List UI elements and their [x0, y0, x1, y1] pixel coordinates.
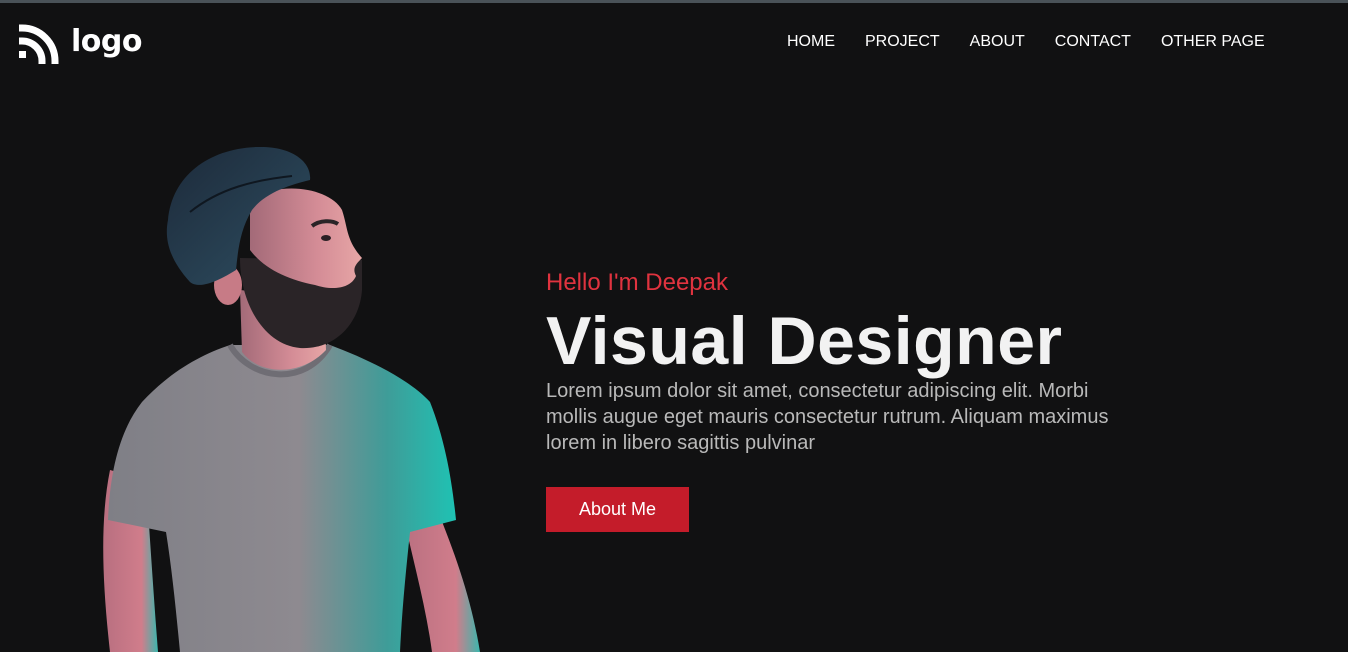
nav-item-other-page[interactable]: OTHER PAGE [1161, 32, 1265, 52]
hero-greeting: Hello I'm Deepak [546, 269, 728, 296]
hero-section: Hello I'm Deepak Visual Designer Lorem i… [546, 268, 1146, 532]
window-top-border [0, 0, 1348, 3]
logo-icon [19, 24, 59, 64]
nav-item-project[interactable]: PROJECT [865, 32, 940, 52]
hero-portrait [103, 146, 480, 652]
hero-description: Lorem ipsum dolor sit amet, consectetur … [546, 380, 1109, 454]
logo-text: logo [71, 24, 142, 59]
nav-item-home[interactable]: HOME [787, 32, 835, 52]
nav-item-about[interactable]: ABOUT [970, 32, 1025, 52]
main-nav: HOME PROJECT ABOUT CONTACT OTHER PAGE [787, 32, 1265, 52]
hero-headline: Visual Designer [546, 303, 1063, 379]
nav-item-contact[interactable]: CONTACT [1055, 32, 1131, 52]
logo-link[interactable]: logo [19, 22, 142, 64]
about-me-button[interactable]: About Me [546, 487, 689, 532]
